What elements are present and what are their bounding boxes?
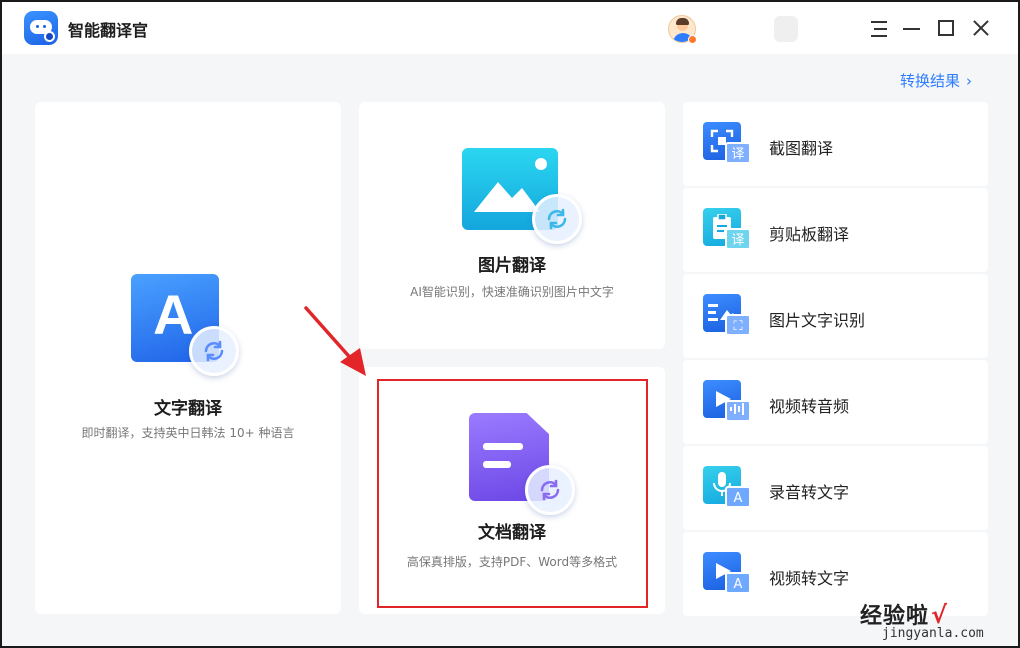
text-translate-icon: A	[131, 274, 239, 376]
sync-icon	[525, 465, 575, 515]
tool-badge: 译	[725, 142, 751, 164]
document-translate-card[interactable]: 文档翻译 高保真排版，支持PDF、Word等多格式	[359, 367, 665, 614]
clipboard-translate-icon: 译	[703, 208, 751, 252]
tool-list: 译 截图翻译 译 剪贴板翻译 ⛶ 图片文字识别 视频转音频 A 录音转文字 A …	[683, 102, 988, 618]
image-translate-card[interactable]: 图片翻译 AI智能识别，快速准确识别图片中文字	[359, 102, 665, 349]
minimize-icon[interactable]	[901, 18, 923, 40]
tool-label: 录音转文字	[769, 483, 850, 502]
title-bar: 智能翻译官	[2, 2, 1018, 54]
app-window: 智能翻译官 转换结果 › A 文字翻译 即时翻译，支持英中日韩法 10+ 种语言	[0, 0, 1020, 648]
sync-icon	[532, 194, 582, 244]
app-logo-icon	[24, 11, 58, 45]
chevron-right-icon: ›	[966, 72, 973, 90]
letter-a-glyph: A	[153, 283, 194, 346]
document-translate-icon	[469, 413, 579, 515]
tool-label: 剪贴板翻译	[769, 225, 850, 244]
tool-label: 视频转文字	[769, 569, 850, 588]
video-to-audio-icon	[703, 380, 751, 424]
card-title: 图片翻译	[478, 256, 546, 276]
tool-badge: 译	[725, 228, 751, 250]
close-icon[interactable]	[970, 18, 992, 40]
tool-item-clipboard-translate[interactable]: 译 剪贴板翻译	[683, 188, 988, 272]
tool-badge: A	[725, 572, 751, 594]
card-description: AI智能识别，快速准确识别图片中文字	[410, 285, 614, 299]
recording-to-text-icon: A	[703, 466, 751, 510]
menu-icon[interactable]	[868, 18, 890, 40]
screenshot-translate-icon: 译	[703, 122, 751, 166]
tool-label: 视频转音频	[769, 397, 850, 416]
conversion-results-link[interactable]: 转换结果 ›	[900, 70, 972, 91]
image-translate-icon	[462, 148, 582, 244]
checkmark-icon: √	[931, 601, 949, 629]
tool-item-image-ocr[interactable]: ⛶ 图片文字识别	[683, 274, 988, 358]
text-translate-card[interactable]: A 文字翻译 即时翻译，支持英中日韩法 10+ 种语言	[35, 102, 341, 614]
card-description: 即时翻译，支持英中日韩法 10+ 种语言	[81, 426, 295, 440]
tool-item-video-to-audio[interactable]: 视频转音频	[683, 360, 988, 444]
card-description: 高保真排版，支持PDF、Word等多格式	[406, 555, 618, 569]
conversion-results-label: 转换结果	[900, 72, 961, 90]
image-ocr-icon: ⛶	[703, 294, 751, 338]
card-title: 文字翻译	[154, 399, 222, 419]
tool-label: 图片文字识别	[769, 311, 866, 330]
card-title: 文档翻译	[478, 523, 546, 543]
tool-item-screenshot-translate[interactable]: 译 截图翻译	[683, 102, 988, 186]
app-title: 智能翻译官	[68, 21, 149, 40]
avatar-status-badge	[688, 35, 697, 44]
video-to-text-icon: A	[703, 552, 751, 596]
blurred-element	[774, 16, 798, 42]
tool-item-recording-to-text[interactable]: A 录音转文字	[683, 446, 988, 530]
tool-label: 截图翻译	[769, 139, 834, 158]
sync-icon	[189, 326, 239, 376]
red-arrow-annotation	[304, 306, 366, 376]
audio-wave-badge-icon	[725, 400, 751, 422]
tool-badge: A	[725, 486, 751, 508]
watermark-url: jingyanla.com	[882, 626, 984, 641]
maximize-icon[interactable]	[936, 18, 958, 40]
scan-badge-icon: ⛶	[725, 314, 751, 336]
